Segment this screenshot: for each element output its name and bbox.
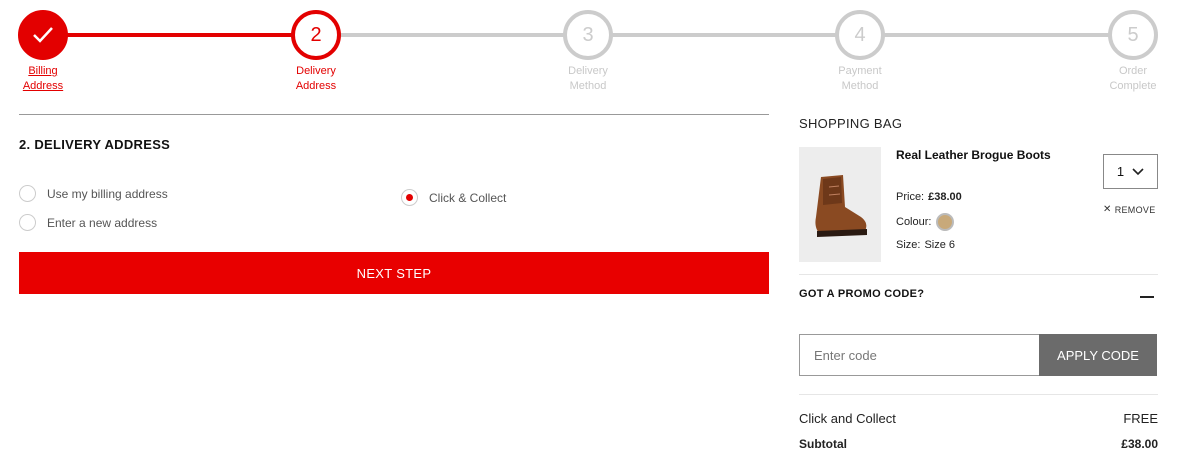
subtotal-value: £38.00 — [1121, 437, 1158, 451]
product-image[interactable] — [799, 147, 881, 262]
step-delivery-address: 2 Delivery Address — [266, 10, 366, 94]
promo-code-toggle[interactable]: GOT A PROMO CODE? — [799, 288, 924, 300]
close-icon: ✕ — [1103, 204, 1112, 215]
apply-code-button[interactable]: APPLY CODE — [1039, 334, 1157, 376]
quantity-select[interactable]: 1 — [1103, 154, 1158, 189]
step-label[interactable]: Billing Address — [0, 64, 93, 94]
size-value: Size 6 — [924, 239, 956, 251]
step-label: Payment Method — [838, 65, 882, 92]
price-label: Price: — [896, 191, 925, 203]
section-divider — [19, 114, 769, 115]
minus-icon[interactable] — [1140, 296, 1154, 298]
option-click-and-collect[interactable]: Click & Collect — [401, 189, 506, 206]
product-name[interactable]: Real Leather Brogue Boots — [896, 148, 1051, 162]
product-size: Size: Size 6 — [896, 239, 955, 251]
step-number: 5 — [1108, 10, 1158, 60]
step-number: 4 — [835, 10, 885, 60]
divider — [799, 394, 1158, 395]
step-delivery-method: 3 Delivery Method — [538, 10, 638, 94]
remove-label: REMOVE — [1114, 204, 1156, 215]
option-enter-new-address[interactable]: Enter a new address — [19, 214, 157, 231]
next-step-button[interactable]: NEXT STEP — [19, 252, 769, 294]
chevron-down-icon — [1132, 167, 1144, 175]
shopping-bag-title: SHOPPING BAG — [799, 116, 903, 131]
step-billing-address[interactable]: Billing Address — [0, 10, 93, 94]
step-label: Order Complete — [1109, 65, 1157, 92]
promo-code-input[interactable] — [799, 334, 1040, 376]
product-colour: Colour: — [896, 213, 955, 231]
step-number: 3 — [563, 10, 613, 60]
divider — [799, 274, 1158, 275]
step-label: Delivery Address — [295, 65, 337, 92]
summary-label: Click and Collect — [799, 411, 896, 426]
step-number: 2 — [291, 10, 341, 60]
remove-item-button[interactable]: ✕ REMOVE — [1103, 204, 1156, 215]
option-use-billing-address[interactable]: Use my billing address — [19, 185, 168, 202]
progress-line-pending — [316, 33, 1134, 37]
radio-dot — [406, 194, 413, 201]
price-value: £38.00 — [928, 191, 962, 203]
radio-button[interactable] — [19, 185, 36, 202]
step-order-complete: 5 Order Complete — [1083, 10, 1178, 94]
subtotal-row: Subtotal £38.00 — [799, 437, 1158, 451]
step-payment-method: 4 Payment Method — [810, 10, 910, 94]
colour-swatch — [936, 213, 955, 231]
checkout-progress: Billing Address 2 Delivery Address 3 Del… — [0, 0, 1178, 100]
section-title: 2. DELIVERY ADDRESS — [19, 137, 171, 152]
size-label: Size: — [896, 239, 921, 251]
radio-button-selected[interactable] — [401, 189, 418, 206]
product-price: Price: £38.00 — [896, 191, 962, 203]
option-label: Use my billing address — [47, 186, 168, 201]
step-label: Delivery Method — [568, 65, 608, 92]
delivery-method-row: Click and Collect FREE — [799, 411, 1158, 426]
quantity-value: 1 — [1116, 164, 1125, 179]
radio-button[interactable] — [19, 214, 36, 231]
summary-value: FREE — [1123, 411, 1158, 426]
colour-label: Colour: — [896, 216, 932, 228]
subtotal-label: Subtotal — [799, 437, 847, 451]
option-label: Enter a new address — [47, 215, 158, 230]
checkmark-icon — [18, 10, 68, 60]
option-label: Click & Collect — [429, 190, 507, 205]
